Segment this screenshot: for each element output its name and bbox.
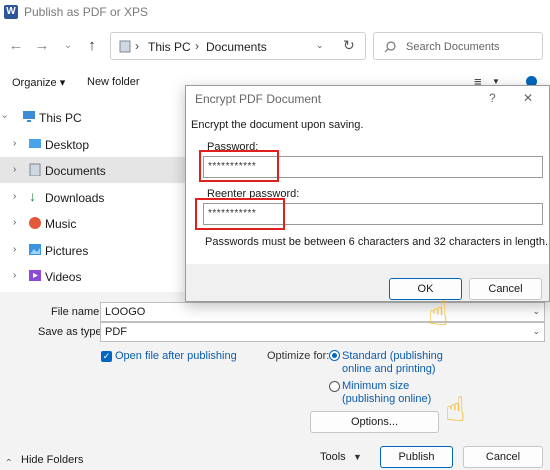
folder-path-icon — [119, 40, 131, 53]
chevron-right-icon[interactable]: › — [13, 191, 16, 202]
pictures-icon — [29, 244, 41, 255]
navigation-pane: › This PC › Desktop › Documents › ↓ Down… — [0, 96, 186, 292]
chevron-down-icon[interactable]: › — [0, 115, 10, 118]
recent-dropdown-icon[interactable]: ⌄ — [58, 36, 78, 56]
address-dropdown-icon[interactable]: ⌄ — [316, 40, 324, 51]
back-icon[interactable]: ← — [6, 36, 26, 56]
address-bar[interactable]: › This PC › Documents ⌄ ↻ — [110, 32, 366, 60]
password-highlight-box — [199, 150, 279, 182]
search-icon — [384, 41, 396, 53]
chevron-down-icon[interactable]: ⌄ — [532, 306, 540, 317]
chevron-right-icon[interactable]: › — [13, 244, 16, 255]
sidebar-item-label: Desktop — [45, 138, 90, 152]
minimum-option-line-2[interactable]: (publishing online) — [342, 393, 431, 405]
organize-button[interactable]: Organize ▾ — [12, 76, 65, 89]
close-icon[interactable]: ✕ — [523, 91, 533, 105]
word-icon: W — [4, 5, 18, 19]
standard-radio[interactable] — [329, 350, 340, 361]
file-name-label: File name: — [51, 306, 103, 318]
sidebar-item-label: Music — [45, 217, 77, 231]
standard-option-line-1[interactable]: Standard (publishing — [342, 350, 443, 362]
optimize-for-label: Optimize for: — [267, 350, 330, 362]
sidebar-item-label: Videos — [45, 270, 82, 284]
open-after-publishing-label[interactable]: Open file after publishing — [115, 350, 237, 362]
encrypt-pdf-dialog: Encrypt PDF Document ? ✕ Encrypt the doc… — [185, 85, 550, 302]
sidebar-item-this-pc[interactable]: › This PC — [0, 104, 186, 130]
chevron-right-icon[interactable]: › — [13, 138, 16, 149]
sidebar-item-label: Pictures — [45, 244, 89, 258]
sidebar-item-music[interactable]: › Music — [0, 210, 186, 236]
save-as-type-value: PDF — [105, 326, 127, 338]
sidebar-item-pictures[interactable]: › Pictures — [0, 237, 186, 263]
search-input[interactable]: Search Documents — [373, 32, 543, 60]
tools-button[interactable]: Tools — [320, 451, 346, 463]
desktop-icon — [29, 139, 41, 148]
up-icon[interactable]: ↑ — [82, 36, 102, 56]
ok-button[interactable]: OK — [389, 278, 462, 300]
breadcrumb-separator-icon: › — [195, 39, 199, 53]
reenter-highlight-box — [195, 198, 285, 230]
sidebar-item-videos[interactable]: › Videos — [0, 263, 186, 289]
downloads-icon: ↓ — [29, 188, 36, 204]
sidebar-item-label: Downloads — [45, 191, 105, 205]
forward-icon[interactable]: → — [32, 36, 52, 56]
minimum-option-line-1[interactable]: Minimum size — [342, 380, 409, 392]
save-as-type-select[interactable]: PDF ⌄ — [100, 322, 545, 342]
sidebar-item-label: This PC — [39, 111, 82, 125]
new-folder-button[interactable]: New folder — [87, 76, 140, 88]
dialog-cancel-button[interactable]: Cancel — [469, 278, 542, 300]
sidebar-item-downloads[interactable]: › ↓ Downloads — [0, 184, 186, 210]
breadcrumb-separator-icon: › — [135, 39, 139, 53]
pointing-hand-icon: ☝ — [445, 391, 466, 429]
password-length-hint: Passwords must be between 6 characters a… — [205, 236, 549, 248]
dialog-help-icon[interactable]: ? — [489, 91, 496, 105]
dialog-title: Encrypt PDF Document — [195, 92, 322, 106]
search-placeholder: Search Documents — [406, 41, 500, 53]
cancel-button[interactable]: Cancel — [463, 446, 543, 468]
encrypt-instruction: Encrypt the document upon saving. — [191, 119, 364, 131]
sidebar-item-desktop[interactable]: › Desktop — [0, 131, 186, 157]
documents-icon — [29, 163, 41, 176]
minimum-size-radio[interactable] — [329, 381, 340, 392]
chevron-right-icon[interactable]: › — [13, 217, 16, 228]
videos-icon — [29, 270, 41, 281]
chevron-up-icon[interactable]: ‹ — [5, 459, 15, 462]
breadcrumb-this-pc[interactable]: This PC — [148, 40, 191, 54]
tools-dropdown-icon[interactable]: ▼ — [353, 452, 362, 462]
chevron-down-icon[interactable]: ⌄ — [532, 326, 540, 337]
sidebar-item-documents[interactable]: › Documents — [0, 157, 186, 183]
title-bar: W Publish as PDF or XPS — [0, 0, 550, 26]
file-name-value: LOOGO — [105, 306, 146, 318]
save-options-panel: File name: LOOGO ⌄ Save as type: PDF ⌄ ✓… — [0, 292, 550, 470]
open-after-publishing-checkbox[interactable]: ✓ — [101, 351, 112, 362]
save-as-type-label: Save as type: — [38, 326, 105, 338]
breadcrumb-documents[interactable]: Documents — [206, 40, 267, 54]
hide-folders-button[interactable]: Hide Folders — [21, 454, 83, 466]
chevron-right-icon[interactable]: › — [13, 164, 16, 175]
music-icon — [29, 217, 41, 229]
publish-button[interactable]: Publish — [380, 446, 453, 468]
pc-icon — [23, 111, 35, 122]
file-name-input[interactable]: LOOGO ⌄ — [100, 302, 545, 322]
pointing-hand-icon: ☝ — [428, 295, 449, 333]
window-title: Publish as PDF or XPS — [24, 5, 149, 19]
standard-option-line-2[interactable]: online and printing) — [342, 363, 436, 375]
options-button[interactable]: Options... — [310, 411, 439, 433]
refresh-icon[interactable]: ↻ — [343, 37, 355, 54]
sidebar-item-label: Documents — [45, 164, 106, 178]
chevron-right-icon[interactable]: › — [13, 270, 16, 281]
